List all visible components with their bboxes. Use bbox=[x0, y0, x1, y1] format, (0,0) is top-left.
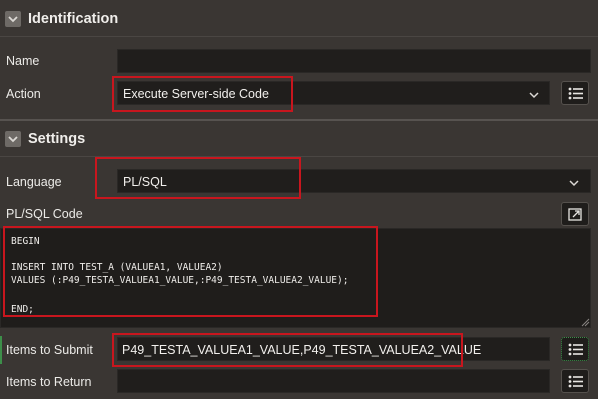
list-button[interactable] bbox=[561, 337, 589, 361]
name-label: Name bbox=[6, 54, 40, 68]
settings-title: Settings bbox=[28, 131, 86, 147]
expand-code-button[interactable] bbox=[561, 202, 589, 226]
language-label: Language bbox=[6, 175, 62, 189]
list-icon bbox=[568, 87, 583, 100]
highlight-box bbox=[95, 157, 301, 199]
items-return-input[interactable] bbox=[117, 369, 550, 393]
identification-title: Identification bbox=[28, 11, 119, 27]
name-input[interactable] bbox=[117, 49, 591, 73]
highlight-box bbox=[3, 226, 378, 317]
chevron-down-icon bbox=[568, 177, 580, 191]
action-label: Action bbox=[6, 87, 41, 101]
expand-icon bbox=[568, 208, 582, 221]
list-icon bbox=[568, 343, 583, 356]
items-return-label: Items to Return bbox=[6, 375, 92, 389]
identification-header[interactable]: Identification bbox=[0, 2, 598, 36]
divider bbox=[0, 36, 598, 37]
code-label: PL/SQL Code bbox=[6, 207, 83, 221]
list-button[interactable] bbox=[561, 369, 589, 393]
list-icon bbox=[568, 375, 583, 388]
chevron-down-icon[interactable] bbox=[5, 131, 21, 147]
highlight-box bbox=[112, 333, 463, 367]
chevron-down-icon[interactable] bbox=[5, 11, 21, 27]
list-button[interactable] bbox=[561, 81, 589, 105]
items-submit-label: Items to Submit bbox=[6, 343, 93, 357]
highlight-box bbox=[112, 76, 293, 112]
resize-handle-icon[interactable] bbox=[581, 318, 590, 330]
chevron-down-icon bbox=[528, 89, 540, 103]
required-marker bbox=[0, 336, 2, 364]
settings-header[interactable]: Settings bbox=[0, 121, 598, 157]
